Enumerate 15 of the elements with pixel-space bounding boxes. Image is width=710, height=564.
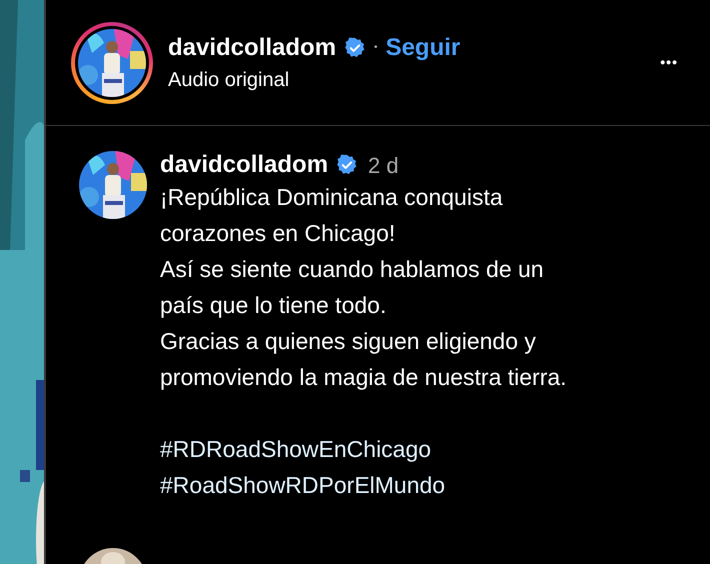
username[interactable]: davidcolladom	[160, 151, 328, 179]
caption-line: país que lo tiene todo.	[160, 291, 386, 320]
follow-button[interactable]: Seguir	[386, 32, 460, 62]
caption-line: Gracias a quienes siguen eligiendo y	[160, 327, 536, 356]
hashtag-link[interactable]: #RDRoadShowEnChicago	[160, 431, 432, 467]
caption-line: corazones en Chicago!	[160, 219, 396, 248]
hashtag-link[interactable]: #RoadShowRDPorElMundo	[160, 467, 446, 503]
caption-line: Así se siente cuando hablamos de un	[160, 255, 544, 284]
separator: •	[374, 41, 378, 55]
username[interactable]: davidcolladom	[168, 32, 336, 62]
audio-label[interactable]: Audio original	[168, 66, 290, 92]
caption-line: promoviendo la magia de nuestra tierra.	[160, 363, 567, 392]
more-options-button[interactable]: •••	[660, 52, 678, 73]
caption-line: ¡República Dominicana conquista	[160, 183, 503, 212]
timestamp: 2 d	[368, 152, 399, 180]
